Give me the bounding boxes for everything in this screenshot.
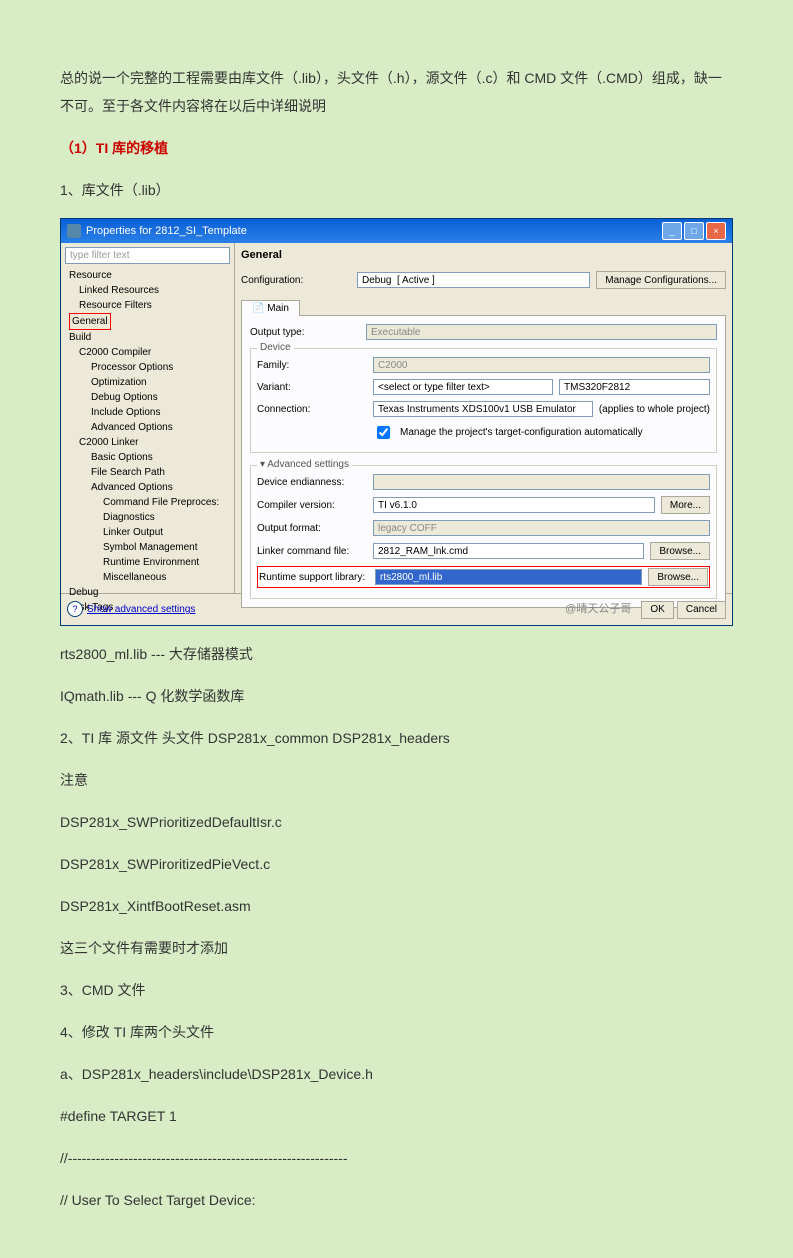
tree-rte[interactable]: Runtime Environment bbox=[65, 555, 230, 570]
tree-compiler[interactable]: C2000 Compiler bbox=[65, 345, 230, 360]
tree-linker[interactable]: C2000 Linker bbox=[65, 435, 230, 450]
connection-label: Connection: bbox=[257, 404, 367, 415]
device-legend: Device bbox=[257, 342, 294, 353]
properties-dialog: Properties for 2812_SI_Template _ □ × ty… bbox=[60, 218, 733, 626]
tree-advc[interactable]: Advanced Options bbox=[65, 420, 230, 435]
tree-resfilter[interactable]: Resource Filters bbox=[65, 298, 230, 313]
linker-cmd-label: Linker command file: bbox=[257, 546, 367, 557]
output-select[interactable] bbox=[366, 324, 717, 340]
runtime-label: Runtime support library: bbox=[259, 572, 369, 583]
compiler-select[interactable] bbox=[373, 497, 655, 513]
family-label: Family: bbox=[257, 360, 367, 371]
tree-dbg[interactable]: Debug Options bbox=[65, 390, 230, 405]
paragraph: 1、库文件（.lib） bbox=[60, 176, 733, 204]
close-button[interactable]: × bbox=[706, 222, 726, 240]
connection-select[interactable] bbox=[373, 401, 593, 417]
tree-resource[interactable]: Resource bbox=[65, 268, 230, 283]
paragraph: 2、TI 库 源文件 头文件 DSP281x_common DSP281x_he… bbox=[60, 724, 733, 752]
tree-build[interactable]: Build bbox=[65, 330, 230, 345]
manage-config-button[interactable]: Manage Configurations... bbox=[596, 271, 726, 289]
tree-basic[interactable]: Basic Options bbox=[65, 450, 230, 465]
config-select[interactable] bbox=[357, 272, 590, 288]
paragraph: //--------------------------------------… bbox=[60, 1144, 733, 1172]
config-label: Configuration: bbox=[241, 275, 351, 286]
paragraph: a、DSP281x_headers\include\DSP281x_Device… bbox=[60, 1060, 733, 1088]
variant-select[interactable] bbox=[559, 379, 710, 395]
tree-lout[interactable]: Linker Output bbox=[65, 525, 230, 540]
endian-label: Device endianness: bbox=[257, 477, 367, 488]
paragraph: DSP281x_SWPiroritizedPieVect.c bbox=[60, 850, 733, 878]
manage-target-checkbox[interactable] bbox=[377, 426, 390, 439]
outfmt-label: Output format: bbox=[257, 523, 367, 534]
runtime-input[interactable] bbox=[375, 569, 642, 585]
tree-general[interactable]: General bbox=[69, 313, 111, 330]
browse-linker-button[interactable]: Browse... bbox=[650, 542, 710, 560]
paragraph: DSP281x_XintfBootReset.asm bbox=[60, 892, 733, 920]
panel-title: General bbox=[241, 249, 726, 261]
outfmt-select[interactable] bbox=[373, 520, 710, 536]
family-select[interactable] bbox=[373, 357, 710, 373]
paragraph: DSP281x_SWPrioritizedDefaultIsr.c bbox=[60, 808, 733, 836]
help-icon[interactable]: ? bbox=[67, 601, 83, 617]
tree-cmdfile[interactable]: Command File Preproces: bbox=[65, 495, 230, 510]
tree-opt[interactable]: Optimization bbox=[65, 375, 230, 390]
ok-button[interactable]: OK bbox=[641, 601, 673, 619]
sidebar: type filter text Resource Linked Resourc… bbox=[61, 243, 235, 593]
tree-linked[interactable]: Linked Resources bbox=[65, 283, 230, 298]
paragraph: 3、CMD 文件 bbox=[60, 976, 733, 1004]
paragraph: 注意 bbox=[60, 766, 733, 794]
variant-label: Variant: bbox=[257, 382, 367, 393]
minimize-button[interactable]: _ bbox=[662, 222, 682, 240]
nav-tree[interactable]: Resource Linked Resources Resource Filte… bbox=[65, 268, 230, 615]
titlebar: Properties for 2812_SI_Template _ □ × bbox=[61, 219, 732, 243]
main-panel: General Configuration: Manage Configurat… bbox=[235, 243, 732, 593]
tab-main[interactable]: 📄 Main bbox=[241, 300, 300, 316]
paragraph: 4、修改 TI 库两个头文件 bbox=[60, 1018, 733, 1046]
tree-advl[interactable]: Advanced Options bbox=[65, 480, 230, 495]
manage-target-label: Manage the project's target-configuratio… bbox=[400, 427, 643, 438]
paragraph: // User To Select Target Device: bbox=[60, 1186, 733, 1214]
paragraph: IQmath.lib --- Q 化数学函数库 bbox=[60, 682, 733, 710]
linker-cmd-input[interactable] bbox=[373, 543, 644, 559]
paragraph: 总的说一个完整的工程需要由库文件（.lib），头文件（.h），源文件（.c）和 … bbox=[60, 64, 733, 120]
paragraph: rts2800_ml.lib --- 大存储器模式 bbox=[60, 640, 733, 668]
compiler-label: Compiler version: bbox=[257, 500, 367, 511]
output-label: Output type: bbox=[250, 327, 360, 338]
tree-fsp[interactable]: File Search Path bbox=[65, 465, 230, 480]
variant-filter[interactable] bbox=[373, 379, 553, 395]
filter-input[interactable]: type filter text bbox=[65, 247, 230, 264]
tree-diag[interactable]: Diagnostics bbox=[65, 510, 230, 525]
window-title: Properties for 2812_SI_Template bbox=[86, 225, 247, 237]
tree-misc[interactable]: Miscellaneous bbox=[65, 570, 230, 585]
tree-inc[interactable]: Include Options bbox=[65, 405, 230, 420]
paragraph: #define TARGET 1 bbox=[60, 1102, 733, 1130]
connection-note: (applies to whole project) bbox=[599, 404, 710, 415]
browse-runtime-button[interactable]: Browse... bbox=[648, 568, 708, 586]
app-icon bbox=[67, 224, 81, 238]
more-button[interactable]: More... bbox=[661, 496, 710, 514]
heading-1: （1）TI 库的移植 bbox=[60, 134, 733, 162]
show-advanced-link[interactable]: Show advanced settings bbox=[87, 604, 195, 615]
tree-sym[interactable]: Symbol Management bbox=[65, 540, 230, 555]
tree-proc[interactable]: Processor Options bbox=[65, 360, 230, 375]
adv-legend: ▾ Advanced settings bbox=[257, 459, 352, 470]
maximize-button[interactable]: □ bbox=[684, 222, 704, 240]
watermark: @晴天公子哥 bbox=[565, 603, 631, 615]
tree-debug[interactable]: Debug bbox=[65, 585, 230, 600]
cancel-button[interactable]: Cancel bbox=[677, 601, 726, 619]
paragraph: 这三个文件有需要时才添加 bbox=[60, 934, 733, 962]
endian-select[interactable] bbox=[373, 474, 710, 490]
